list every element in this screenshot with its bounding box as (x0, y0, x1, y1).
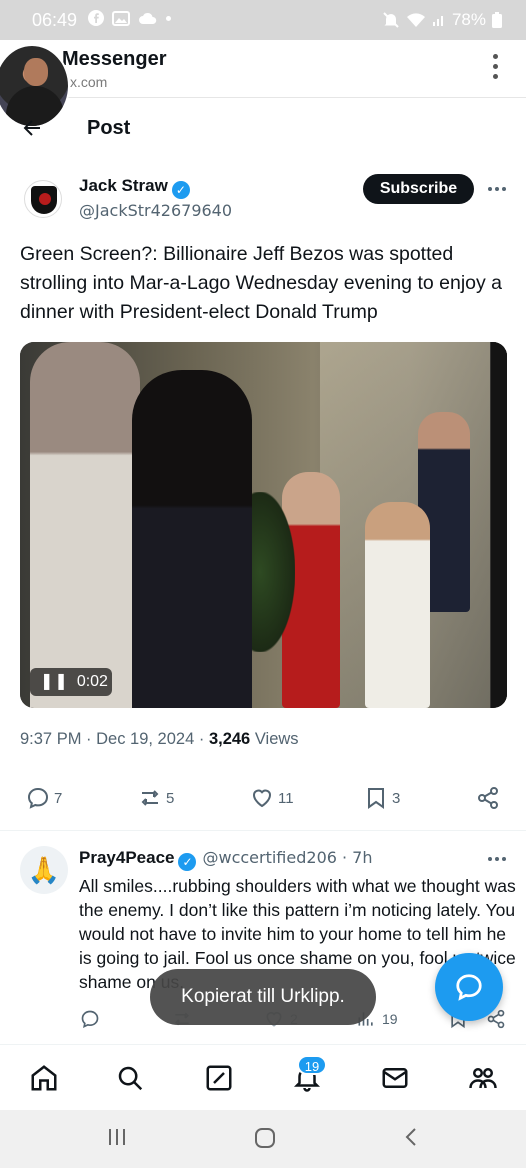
post-video[interactable]: ❚❚ 0:02 (20, 342, 507, 708)
reply-handle-time: @wccertified206 · 7h (202, 848, 373, 867)
repost-icon (141, 790, 159, 806)
share-icon (478, 787, 498, 809)
status-time: 06:49 (32, 10, 78, 30)
image-icon (112, 10, 130, 26)
page-title: Post (87, 117, 131, 139)
repost-button[interactable]: 5 (138, 786, 174, 810)
mail-icon (382, 1068, 408, 1088)
author-name[interactable]: Jack Straw ✓ (79, 176, 190, 199)
tab-messages[interactable] (378, 1061, 412, 1095)
tab-search[interactable] (113, 1061, 147, 1095)
browser-toolbar: Messenger x.com (0, 40, 526, 98)
browser-menu-icon[interactable] (493, 54, 498, 79)
clipboard-toast: Kopierat till Urklipp. (150, 969, 376, 1025)
post-meta: 9:37 PM · Dec 19, 2024 · 3,246 Views (20, 730, 299, 749)
author-avatar[interactable] (24, 180, 62, 218)
like-count: 11 (278, 789, 294, 807)
views-count: 3,246 (208, 730, 251, 748)
dot-icon (166, 15, 171, 21)
post-action-bar: 7 5 11 3 (0, 786, 526, 820)
status-bar: 06:49 78% (0, 0, 526, 40)
home-icon (31, 1065, 57, 1091)
reply-button[interactable]: 7 (26, 786, 62, 810)
status-notification-icons (88, 10, 171, 26)
bookmark-count: 3 (392, 789, 401, 807)
browser-app-title: Messenger (62, 48, 167, 70)
heart-icon (252, 789, 272, 808)
author-name-text: Jack Straw (79, 176, 168, 195)
verified-badge-icon: ✓ (171, 181, 190, 199)
recent-apps-icon[interactable] (106, 1126, 128, 1148)
reply-icon[interactable] (80, 1009, 100, 1029)
signal-icon (432, 16, 443, 26)
system-nav-bar (0, 1110, 526, 1168)
new-reply-button[interactable] (435, 953, 503, 1021)
post-header: Post (0, 100, 526, 158)
battery-percent: 78% (451, 10, 486, 29)
reply-more-options-icon[interactable] (488, 857, 506, 861)
people-icon (469, 1068, 497, 1089)
reply-view-count: 19 (382, 1011, 398, 1027)
video-time-badge[interactable]: ❚❚ 0:02 (30, 668, 112, 696)
notifications-badge: 19 (297, 1055, 327, 1075)
bookmark-icon (368, 788, 384, 809)
chat-bubble-icon (456, 974, 482, 1001)
subscribe-button[interactable]: Subscribe (363, 174, 474, 204)
status-system-icons: 78% (382, 10, 502, 30)
browser-url[interactable]: x.com (70, 74, 107, 90)
reply-icon (27, 787, 49, 809)
more-options-icon[interactable] (488, 187, 506, 191)
cloud-icon (139, 12, 157, 24)
post-text: Green Screen?: Billionaire Jeff Bezos wa… (20, 243, 503, 323)
reply-author-avatar[interactable]: 🙏 (20, 846, 68, 894)
tab-communities[interactable] (466, 1061, 500, 1095)
wifi-icon (406, 13, 425, 27)
divider (0, 830, 526, 831)
bottom-tab-bar: 19 (0, 1044, 526, 1110)
back-arrow-icon[interactable] (20, 116, 44, 140)
pause-icon[interactable]: ❚❚ (40, 668, 69, 696)
reply-author[interactable]: Pray4Peace ✓ @wccertified206 · 7h (79, 848, 373, 871)
bookmark-button[interactable]: 3 (364, 786, 400, 810)
share-button[interactable] (476, 786, 500, 810)
search-icon (118, 1066, 143, 1091)
author-handle[interactable]: @JackStr42679640 (79, 201, 232, 220)
mute-icon (383, 12, 399, 28)
post-timestamp: 9:37 PM · Dec 19, 2024 · (20, 730, 209, 748)
home-button-icon[interactable] (253, 1126, 277, 1150)
post-author: Jack Straw ✓ @JackStr42679640 Subscribe (0, 168, 526, 232)
tab-home[interactable] (27, 1061, 61, 1095)
facebook-icon (88, 10, 104, 26)
like-button[interactable]: 11 (250, 786, 294, 810)
repost-count: 5 (166, 789, 175, 807)
reply-author-name: Pray4Peace (79, 848, 175, 867)
video-time: 0:02 (76, 673, 108, 690)
reply-count: 7 (54, 789, 63, 807)
compose-icon (206, 1065, 232, 1091)
battery-icon (492, 12, 502, 28)
verified-badge-icon: ✓ (178, 853, 197, 871)
back-icon[interactable] (401, 1126, 423, 1148)
tab-compose[interactable] (202, 1061, 236, 1095)
views-label: Views (250, 730, 299, 748)
